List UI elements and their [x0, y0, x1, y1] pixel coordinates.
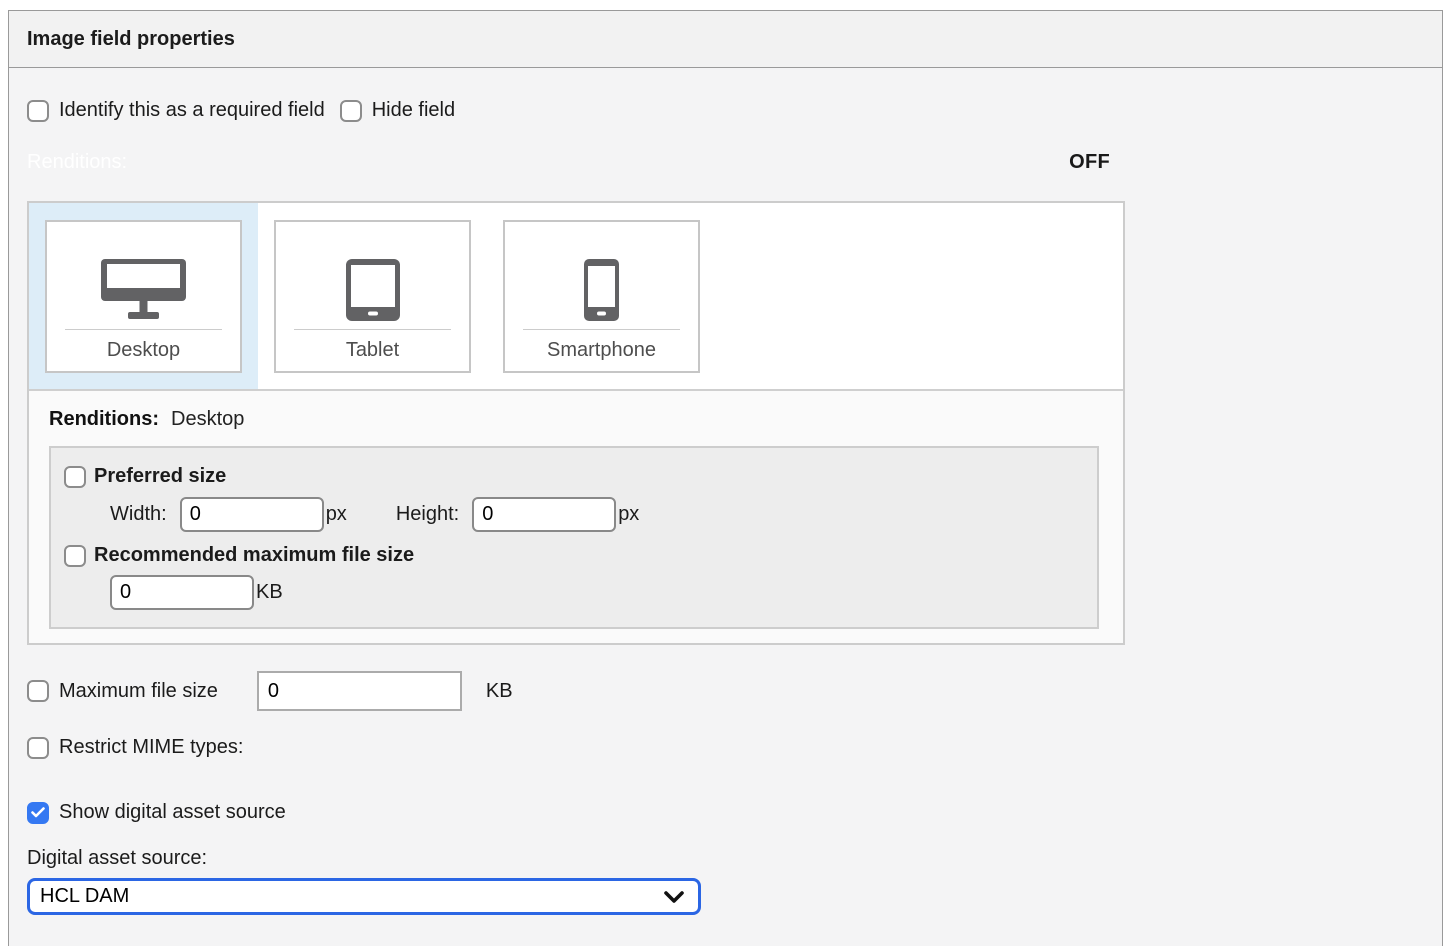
renditions-panel: Desktop Tablet [27, 201, 1125, 645]
restrict-mime-label: Restrict MIME types: [59, 736, 243, 759]
restrict-mime-checkbox[interactable] [27, 737, 49, 759]
device-cards-row: Desktop Tablet [29, 203, 1123, 389]
height-input[interactable] [472, 497, 616, 532]
recommended-max-input[interactable] [110, 575, 254, 610]
tablet-icon [346, 222, 400, 323]
device-label-smartphone: Smartphone [547, 330, 656, 371]
show-digital-asset-label: Show digital asset source [59, 801, 286, 824]
restrict-mime-row: Restrict MIME types: [27, 736, 1442, 759]
show-digital-asset-row: Show digital asset source [27, 801, 1442, 824]
preferred-size-checkbox[interactable] [64, 466, 86, 488]
hide-field-checkbox[interactable] [340, 100, 362, 122]
width-height-row: Width: px Height: px [110, 497, 1097, 532]
required-field-label: Identify this as a required field [59, 99, 325, 122]
rendition-size-inset: Preferred size Width: px Height: px [49, 446, 1099, 629]
hide-field-label: Hide field [372, 99, 455, 122]
recommended-max-value-row: KB [110, 575, 1097, 610]
rendition-detail-section: Renditions: Desktop Preferred size Width:… [29, 389, 1123, 643]
max-file-size-label: Maximum file size [59, 680, 218, 703]
image-field-properties-panel: Image field properties Identify this as … [8, 10, 1443, 946]
recommended-max-row: Recommended maximum file size [64, 544, 1097, 567]
preferred-size-label: Preferred size [94, 465, 226, 488]
digital-asset-source-label: Digital asset source: [27, 847, 1442, 870]
top-checkbox-row: Identify this as a required field Hide f… [27, 99, 1442, 122]
width-label: Width: [110, 503, 167, 526]
chevron-down-icon [664, 891, 684, 903]
check-icon [31, 807, 45, 818]
device-cell-tablet: Tablet [258, 203, 487, 389]
required-field-checkbox[interactable] [27, 100, 49, 122]
selected-option-text: HCL DAM [40, 885, 664, 908]
device-label-desktop: Desktop [107, 330, 180, 371]
max-file-size-unit: KB [486, 680, 513, 703]
rendition-detail-title: Renditions: Desktop [49, 408, 1099, 431]
renditions-toggle[interactable]: OFF [1069, 151, 1110, 174]
device-cell-desktop: Desktop [29, 203, 258, 389]
device-cell-smartphone: Smartphone [487, 203, 716, 389]
height-label: Height: [396, 503, 459, 526]
recommended-max-unit: KB [256, 581, 283, 604]
max-file-size-checkbox[interactable] [27, 680, 49, 702]
detail-title-value: Desktop [171, 408, 244, 430]
max-file-size-row: Maximum file size KB [27, 671, 1442, 711]
digital-asset-source-select[interactable]: HCL DAM [27, 878, 701, 915]
panel-title: Image field properties [9, 11, 1442, 68]
device-card-tablet[interactable]: Tablet [274, 220, 471, 373]
recommended-max-checkbox[interactable] [64, 545, 86, 567]
height-unit: px [618, 503, 639, 526]
preferred-size-row: Preferred size [64, 465, 1097, 488]
desktop-icon [101, 222, 186, 323]
width-input[interactable] [180, 497, 324, 532]
max-file-size-input[interactable] [257, 671, 462, 711]
device-card-smartphone[interactable]: Smartphone [503, 220, 700, 373]
panel-content: Identify this as a required field Hide f… [9, 68, 1442, 915]
renditions-ghost-label: Renditions: [27, 151, 127, 174]
device-card-desktop[interactable]: Desktop [45, 220, 242, 373]
renditions-header-row: Renditions: OFF [27, 149, 1125, 175]
show-digital-asset-checkbox[interactable] [27, 802, 49, 824]
width-unit: px [326, 503, 347, 526]
device-label-tablet: Tablet [346, 330, 399, 371]
smartphone-icon [584, 222, 619, 323]
detail-title-label: Renditions: [49, 408, 159, 430]
recommended-max-label: Recommended maximum file size [94, 544, 414, 567]
